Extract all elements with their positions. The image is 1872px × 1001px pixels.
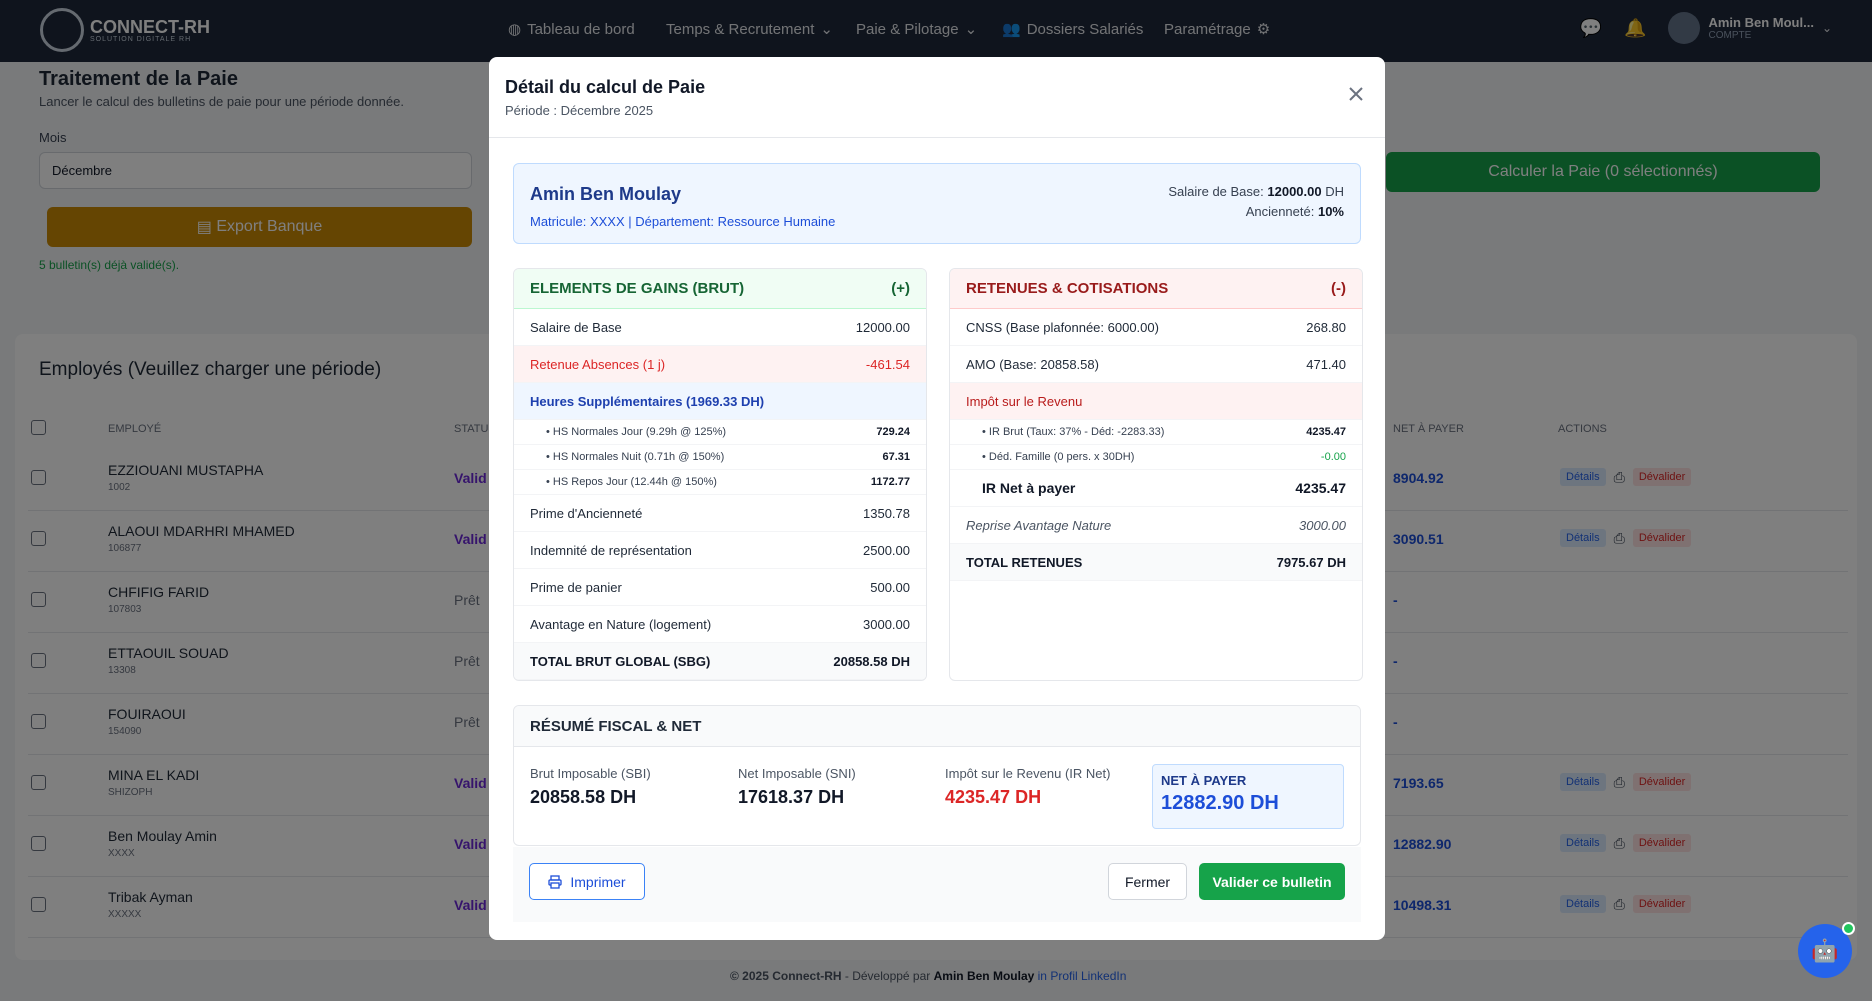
ir-value: 4235.47 DH — [945, 787, 1042, 807]
row-value: 500.00 — [870, 579, 910, 595]
ir-sub-row: • Déd. Famille (0 pers. x 30DH) -0.00 — [950, 445, 1362, 470]
ir-sub-row: • IR Brut (Taux: 37% - Déd: -2283.33) 423… — [950, 420, 1362, 445]
gain-row: Prime de panier 500.00 — [514, 569, 926, 606]
retenues-title: RETENUES & COTISATIONS — [966, 280, 1169, 297]
base-salary: Salaire de Base: 12000.00 DH — [1168, 182, 1344, 202]
row-value: -461.54 — [865, 356, 910, 372]
ret-row-cnss: CNSS (Base plafonnée: 6000.00) 268.80 — [950, 309, 1362, 346]
anciennete: Ancienneté: 10% — [1168, 202, 1344, 222]
row-label: Heures Supplémentaires (1969.33 DH) — [530, 393, 765, 409]
printer-icon — [548, 874, 563, 889]
row-label: CNSS (Base plafonnée: 6000.00) — [966, 319, 1159, 335]
row-value: 471.40 — [1306, 356, 1346, 372]
reprise-row: Reprise Avantage Nature 3000.00 — [950, 507, 1362, 544]
row-label: • HS Repos Jour (12.44h @ 150%) — [546, 476, 717, 488]
modal-footer: Imprimer Fermer Valider ce bulletin — [513, 847, 1361, 922]
valider-bulletin-button[interactable]: Valider ce bulletin — [1199, 863, 1345, 900]
row-label: Reprise Avantage Nature — [966, 517, 1112, 533]
net-value: 12882.90 DH — [1161, 792, 1279, 814]
hs-row: • HS Normales Nuit (0.71h @ 150%) 67.31 — [514, 445, 926, 470]
anciennete-value: 10% — [1317, 204, 1344, 219]
base-salary-value: 12000.00 — [1267, 184, 1322, 199]
row-label: TOTAL RETENUES — [966, 554, 1083, 570]
fiscal-title: RÉSUMÉ FISCAL & NET — [514, 706, 1360, 747]
fiscal-summary: RÉSUMÉ FISCAL & NET Brut Imposable (SBI)… — [513, 705, 1361, 846]
row-label: Impôt sur le Revenu — [966, 393, 1083, 409]
ir-block: Impôt sur le Revenu (IR Net) 4235.47 DH — [945, 766, 1110, 808]
gains-total-row: TOTAL BRUT GLOBAL (SBG) 20858.58 DH — [514, 643, 926, 680]
print-label: Imprimer — [570, 873, 626, 890]
sbi-label: Brut Imposable (SBI) — [530, 766, 651, 781]
ret-row-amo: AMO (Base: 20858.58) 471.40 — [950, 346, 1362, 383]
row-label: • HS Normales Jour (9.29h @ 125%) — [546, 426, 727, 438]
row-value: 268.80 — [1306, 319, 1346, 335]
gain-row-hs: Heures Supplémentaires (1969.33 DH) — [514, 383, 926, 420]
row-value: 7975.67 DH — [1276, 554, 1346, 570]
retenues-panel: RETENUES & COTISATIONS (-) CNSS (Base pla… — [949, 268, 1363, 681]
hs-row: • HS Repos Jour (12.44h @ 150%) 1172.77 — [514, 470, 926, 495]
row-label: • HS Normales Nuit (0.71h @ 150%) — [546, 451, 725, 463]
row-value: 2500.00 — [863, 542, 910, 558]
net-label: NET À PAYER — [1161, 773, 1247, 788]
sbi-value: 20858.58 DH — [530, 787, 637, 807]
sni-label: Net Imposable (SNI) — [738, 766, 856, 781]
anciennete-label: Ancienneté: — [1245, 204, 1318, 219]
row-value: 3000.00 — [863, 616, 910, 632]
gain-row: Avantage en Nature (logement) 3000.00 — [514, 606, 926, 643]
row-value: 729.24 — [876, 426, 910, 438]
fermer-button[interactable]: Fermer — [1108, 863, 1187, 900]
modal-title: Détail du calcul de Paie — [505, 77, 706, 97]
robot-icon: 🤖 — [1811, 938, 1839, 963]
row-value: 1350.78 — [863, 505, 910, 521]
gain-row: Prime d'Ancienneté 1350.78 — [514, 495, 926, 532]
row-label: Salaire de Base — [530, 319, 622, 335]
gain-row-absence: Retenue Absences (1 j) -461.54 — [514, 346, 926, 383]
row-value: 3000.00 — [1299, 517, 1346, 533]
employee-meta: Matricule: XXXX | Département: Ressource… — [530, 214, 836, 229]
gains-panel: ELEMENTS DE GAINS (BRUT) (+) Salaire de B… — [513, 268, 927, 681]
ir-label: Impôt sur le Revenu (IR Net) — [945, 766, 1111, 781]
online-indicator — [1842, 922, 1855, 935]
sni-block: Net Imposable (SNI) 17618.37 DH — [738, 766, 856, 808]
modal-header: Détail du calcul de Paie Période : Décem… — [489, 57, 1385, 138]
row-label: Prime d'Ancienneté — [530, 505, 643, 521]
gains-title: ELEMENTS DE GAINS (BRUT) — [530, 280, 745, 297]
base-salary-unit: DH — [1321, 184, 1344, 199]
ret-row-ir: Impôt sur le Revenu — [950, 383, 1362, 420]
retenues-total-row: TOTAL RETENUES 7975.67 DH — [950, 544, 1362, 581]
row-value: 1172.77 — [870, 476, 910, 488]
gains-sign: (+) — [891, 280, 910, 297]
row-label: • IR Brut (Taux: 37% - Déd: -2283.33) — [982, 426, 1165, 438]
row-value: 12000.00 — [855, 319, 910, 335]
sni-value: 17618.37 DH — [738, 787, 845, 807]
row-value: 4235.47 — [1306, 426, 1346, 438]
row-label: • Déd. Famille (0 pers. x 30DH) — [982, 451, 1135, 463]
employee-summary: Amin Ben Moulay Matricule: XXXX | Départ… — [513, 163, 1361, 244]
net-a-payer-box: NET À PAYER 12882.90 DH — [1152, 764, 1344, 829]
row-value: 4235.47 — [1295, 480, 1346, 496]
modal-period: Période : Décembre 2025 — [505, 103, 654, 118]
row-label: Indemnité de représentation — [530, 542, 692, 558]
sbi-block: Brut Imposable (SBI) 20858.58 DH — [530, 766, 651, 808]
row-value: 67.31 — [882, 451, 910, 463]
hs-row: • HS Normales Jour (9.29h @ 125%) 729.24 — [514, 420, 926, 445]
row-label: Prime de panier — [530, 579, 622, 595]
gain-row: Indemnité de représentation 2500.00 — [514, 532, 926, 569]
row-label: TOTAL BRUT GLOBAL (SBG) — [530, 653, 711, 669]
close-icon[interactable] — [1346, 84, 1366, 104]
retenues-sign: (-) — [1331, 280, 1346, 297]
row-value: -0.00 — [1320, 451, 1346, 463]
row-value: 20858.58 DH — [833, 653, 910, 669]
employee-name: Amin Ben Moulay — [530, 184, 682, 204]
payroll-detail-modal: Détail du calcul de Paie Période : Décem… — [489, 57, 1385, 940]
row-label: Retenue Absences (1 j) — [530, 356, 666, 372]
print-button[interactable]: Imprimer — [529, 863, 645, 900]
ir-net-row: IR Net à payer 4235.47 — [950, 470, 1362, 507]
gain-row: Salaire de Base 12000.00 — [514, 309, 926, 346]
base-salary-label: Salaire de Base: — [1168, 184, 1268, 199]
row-label: AMO (Base: 20858.58) — [966, 356, 1099, 372]
row-label: IR Net à payer — [982, 480, 1076, 496]
row-label: Avantage en Nature (logement) — [530, 616, 712, 632]
